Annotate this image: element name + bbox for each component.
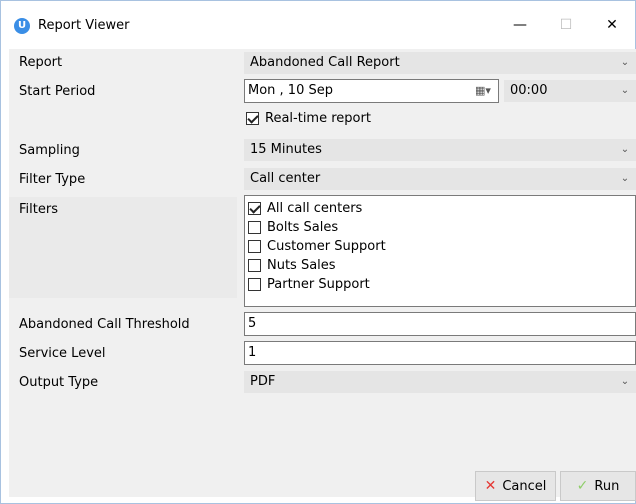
realtime-label: Real-time report (265, 111, 371, 126)
filter-item-customer-support[interactable]: Customer Support (248, 237, 635, 256)
filter-item-nuts-sales[interactable]: Nuts Sales (248, 256, 635, 275)
run-button-label: Run (594, 478, 620, 494)
start-time-select[interactable]: 00:00 ⌄ (504, 80, 636, 102)
realtime-checkbox[interactable]: Real-time report (246, 111, 371, 126)
checkbox-icon[interactable] (248, 221, 261, 234)
output-type-select[interactable]: PDF ⌄ (244, 371, 636, 393)
chevron-down-icon: ⌄ (620, 376, 630, 387)
checkbox-icon[interactable] (248, 259, 261, 272)
calendar-dropdown-icon[interactable]: ▦▾ (472, 84, 494, 98)
output-type-label: Output Type (19, 375, 99, 390)
list-item-label: Nuts Sales (267, 258, 336, 273)
minimize-button[interactable]: — (497, 9, 543, 41)
start-time-value: 00:00 (510, 83, 548, 98)
service-level-value: 1 (248, 345, 257, 360)
checkbox-checked-icon[interactable] (246, 112, 259, 125)
chevron-down-icon: ⌄ (620, 57, 630, 68)
checkmark-icon: ✓ (576, 478, 589, 494)
filters-checklist[interactable]: All call centers Bolts Sales Customer Su… (244, 195, 636, 307)
app-logo-icon: U (14, 18, 30, 34)
list-item-label: Bolts Sales (267, 220, 339, 235)
sampling-label: Sampling (19, 143, 80, 158)
filter-item-partner-support[interactable]: Partner Support (248, 275, 635, 294)
output-type-value: PDF (250, 374, 276, 389)
service-level-label: Service Level (19, 346, 106, 361)
maximize-button[interactable]: ☐ (543, 9, 589, 41)
start-date-value: Mon , 10 Sep (248, 83, 333, 98)
chevron-down-icon: ⌄ (620, 173, 630, 184)
close-button[interactable]: ✕ (589, 9, 635, 41)
start-date-field[interactable]: Mon , 10 Sep ▦▾ (244, 79, 499, 103)
filter-type-select[interactable]: Call center ⌄ (244, 168, 636, 190)
list-item-label: All call centers (267, 201, 363, 216)
report-viewer-window: U Report Viewer — ☐ ✕ Report Abandoned C… (0, 0, 636, 504)
abandoned-threshold-value: 5 (248, 316, 257, 331)
abandoned-threshold-label: Abandoned Call Threshold (19, 317, 190, 332)
filter-type-value: Call center (250, 171, 321, 186)
chevron-down-icon: ⌄ (620, 144, 630, 155)
title-bar: U Report Viewer — ☐ ✕ (1, 1, 635, 49)
run-button[interactable]: ✓ Run (560, 471, 636, 501)
service-level-input[interactable]: 1 (244, 341, 636, 365)
close-icon: ✕ (484, 478, 497, 494)
chevron-down-icon: ⌄ (620, 85, 630, 96)
window-title: Report Viewer (38, 18, 130, 33)
cancel-button-label: Cancel (502, 478, 547, 494)
report-select[interactable]: Abandoned Call Report ⌄ (244, 52, 636, 74)
sampling-select[interactable]: 15 Minutes ⌄ (244, 139, 636, 161)
report-select-value: Abandoned Call Report (250, 55, 400, 70)
checkbox-checked-icon[interactable] (248, 202, 261, 215)
checkbox-icon[interactable] (248, 240, 261, 253)
abandoned-threshold-input[interactable]: 5 (244, 312, 636, 336)
start-period-label: Start Period (19, 84, 96, 99)
cancel-button[interactable]: ✕ Cancel (475, 471, 556, 501)
filter-item-bolts-sales[interactable]: Bolts Sales (248, 218, 635, 237)
checkbox-icon[interactable] (248, 278, 261, 291)
list-item-label: Partner Support (267, 277, 370, 292)
report-label: Report (19, 55, 63, 70)
list-item-label: Customer Support (267, 239, 386, 254)
filter-item-all-call-centers[interactable]: All call centers (248, 199, 635, 218)
filters-label: Filters (19, 202, 58, 217)
sampling-value: 15 Minutes (250, 142, 322, 157)
form-panel: Report Abandoned Call Report ⌄ Start Per… (9, 49, 636, 501)
filter-type-label: Filter Type (19, 172, 86, 187)
